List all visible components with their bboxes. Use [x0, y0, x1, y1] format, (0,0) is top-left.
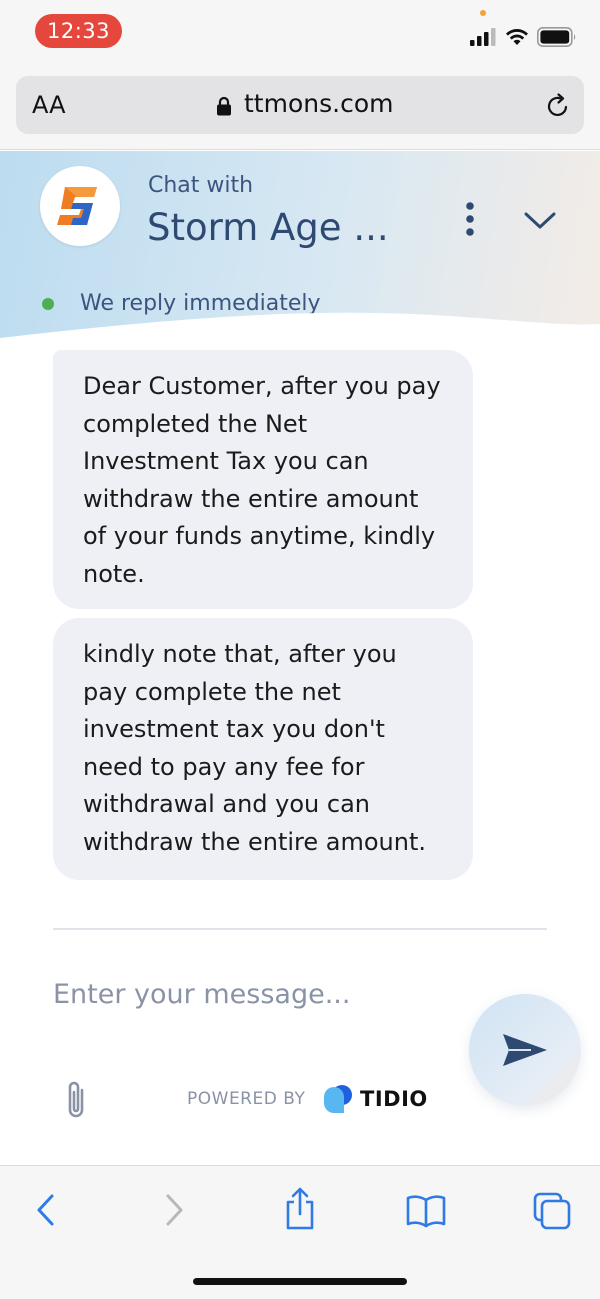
bookmarks-icon[interactable] [406, 1190, 446, 1230]
send-icon [503, 1034, 547, 1066]
tabs-icon[interactable] [533, 1190, 571, 1230]
browser-address-area: AA ttmons.com [0, 64, 600, 150]
message-text: Dear Customer, after you pay completed t… [83, 372, 441, 588]
lock-icon [217, 96, 231, 116]
tidio-logo-icon[interactable] [322, 1083, 354, 1115]
battery-icon [537, 27, 576, 47]
message-text: kindly note that, after you pay complete… [83, 640, 427, 856]
reload-icon[interactable] [544, 92, 572, 120]
share-icon[interactable] [284, 1186, 316, 1230]
company-logo [40, 166, 120, 246]
powered-by-label: POWERED BY [187, 1089, 306, 1109]
privacy-indicator-dot [480, 10, 486, 16]
home-indicator [193, 1278, 407, 1285]
chat-subtitle: Chat with [148, 173, 254, 198]
header-wave-divider [0, 312, 600, 356]
send-button[interactable] [469, 994, 581, 1106]
message-bubble: kindly note that, after you pay complete… [53, 618, 473, 880]
url-text[interactable]: ttmons.com [244, 89, 393, 118]
chat-title: Storm Age ... [147, 206, 389, 249]
message-input[interactable] [53, 970, 453, 1018]
signal-icon [470, 28, 496, 46]
time-text: 12:33 [46, 19, 111, 43]
status-bar: 12:33 [0, 0, 600, 64]
text-size-label: AA [32, 91, 66, 119]
input-divider [53, 928, 547, 930]
back-icon[interactable] [32, 1190, 60, 1230]
forward-icon[interactable] [160, 1190, 188, 1230]
tidio-brand[interactable]: TIDIO [360, 1087, 428, 1111]
more-options-icon[interactable] [458, 201, 482, 237]
time-indicator: 12:33 [35, 14, 122, 48]
chat-header: Chat with Storm Age ... We reply immedia… [0, 151, 600, 356]
browser-toolbar [0, 1165, 600, 1299]
chevron-down-icon[interactable] [522, 209, 558, 233]
text-size-button[interactable]: AA [32, 91, 66, 119]
attachment-icon[interactable] [62, 1078, 90, 1122]
message-bubble: Dear Customer, after you pay completed t… [53, 350, 473, 609]
address-bar[interactable]: AA ttmons.com [16, 76, 584, 134]
storm-logo-icon [57, 187, 97, 225]
wifi-icon [506, 29, 528, 45]
